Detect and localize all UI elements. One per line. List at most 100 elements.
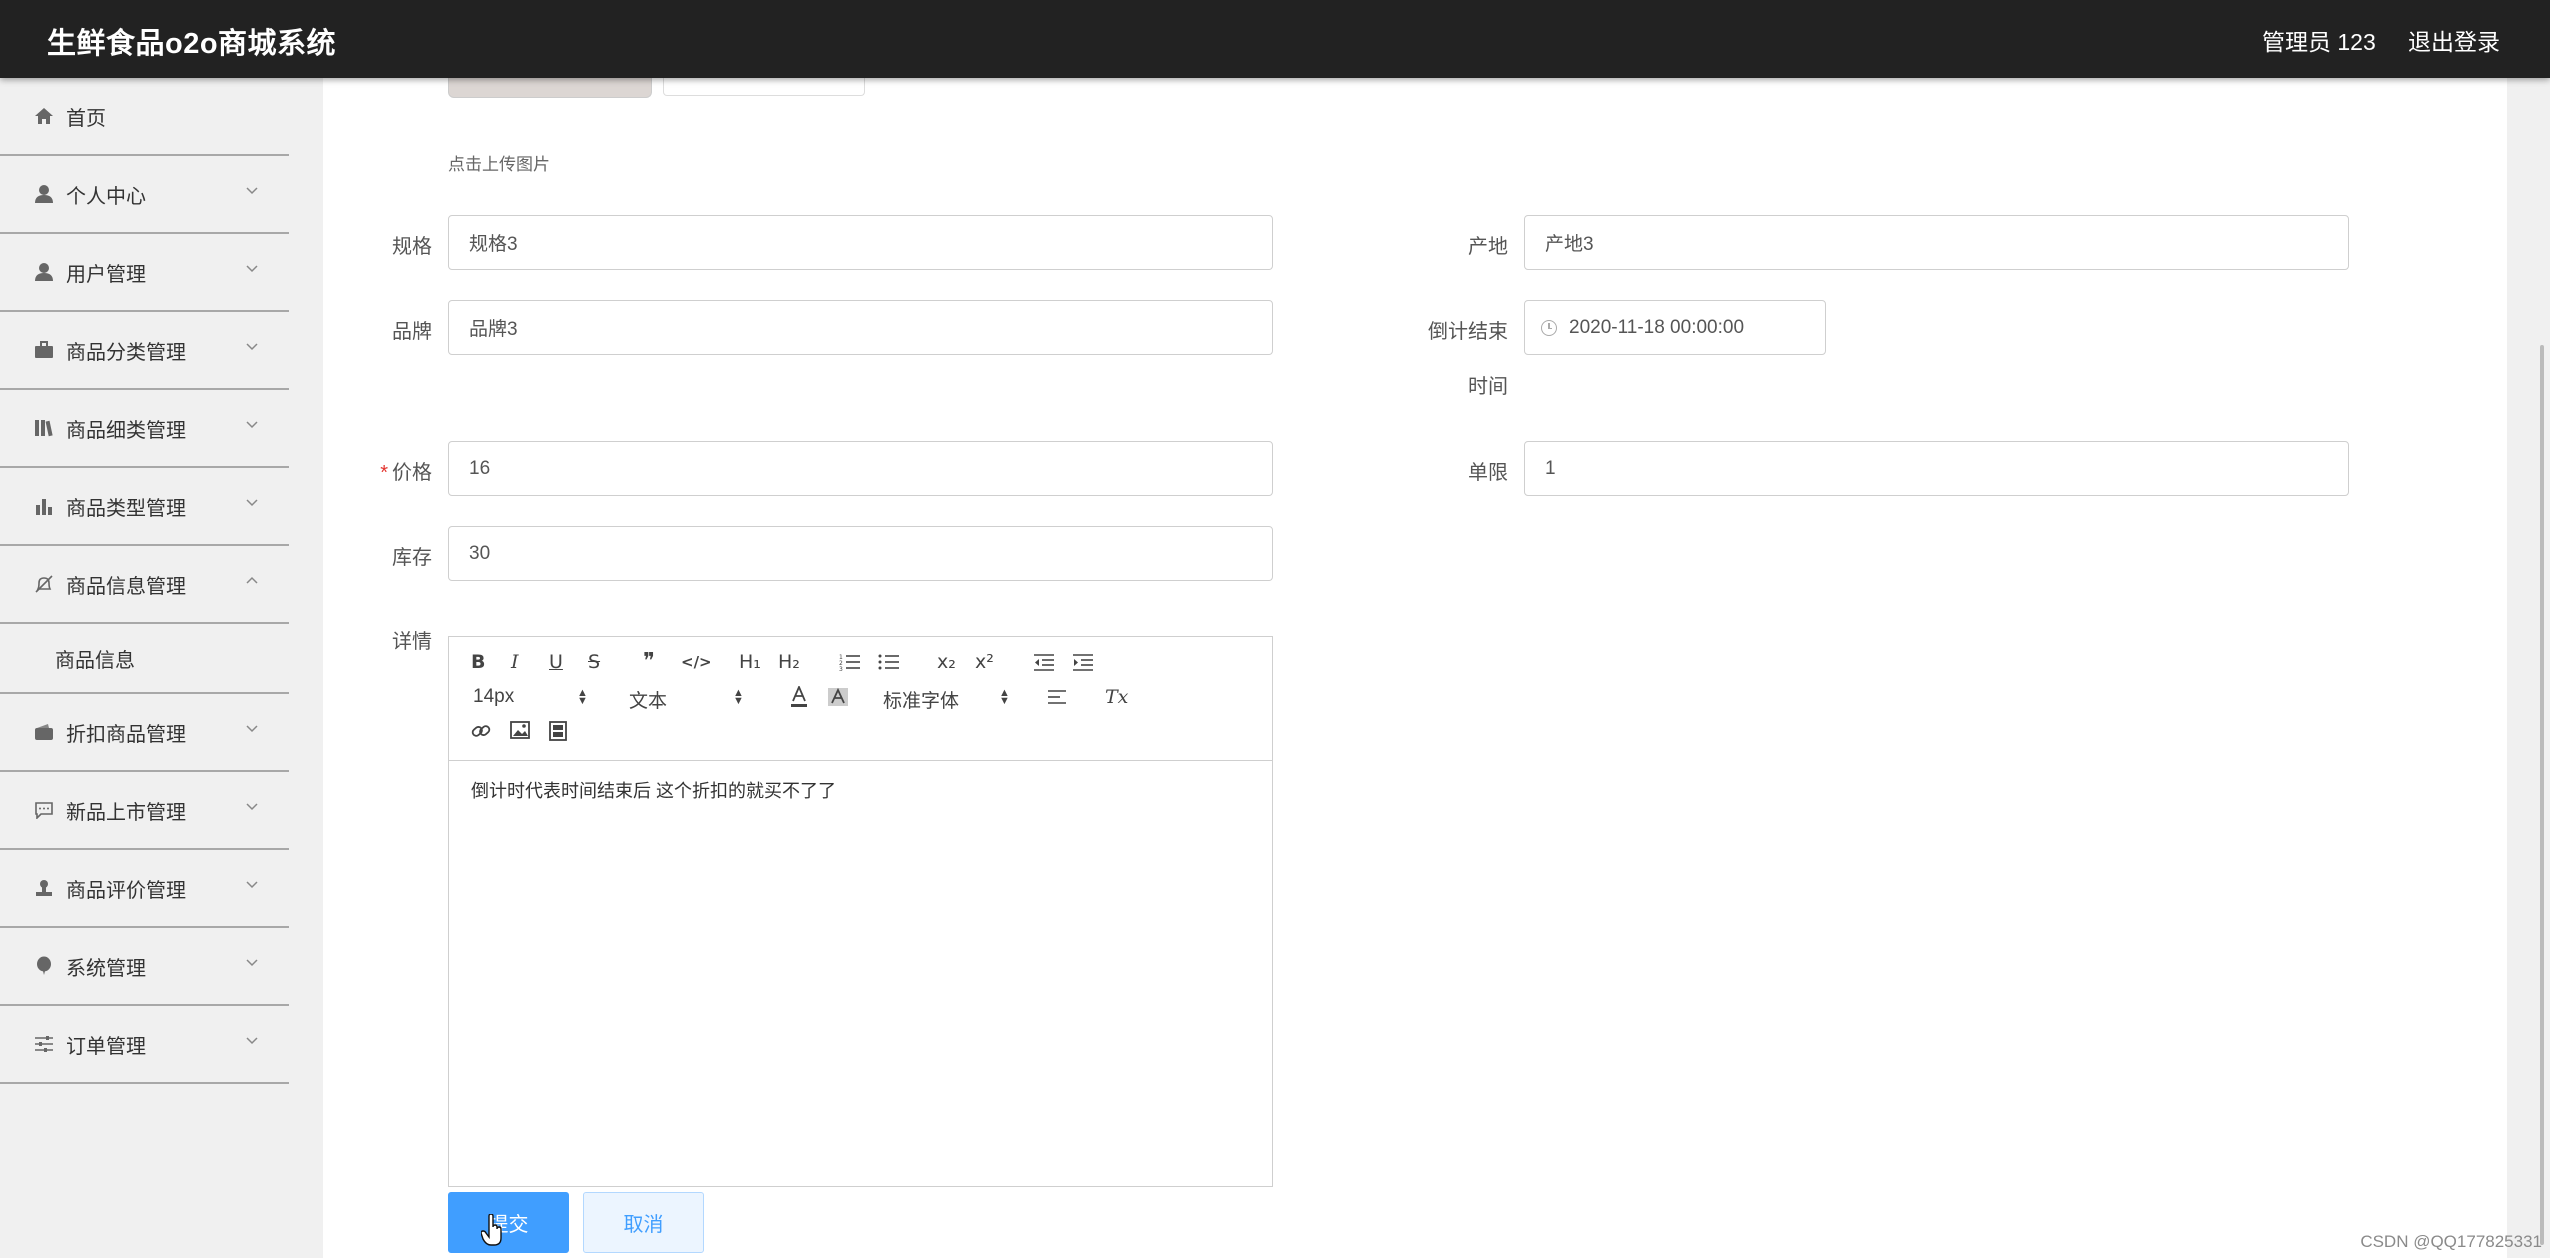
stamp-icon xyxy=(33,877,55,899)
upload-hint[interactable]: 点击上传图片 xyxy=(448,150,550,175)
sidebar-item-label: 新品上市管理 xyxy=(66,801,186,824)
clear-format-button[interactable]: Tx xyxy=(1105,686,1128,708)
sidebar-item-type-management[interactable]: 商品类型管理 xyxy=(0,468,289,546)
header-select[interactable]: 文本 ▲ ▼ xyxy=(629,686,749,713)
sidebar-item-subcategory-management[interactable]: 商品细类管理 xyxy=(0,390,289,468)
upload-image-slot[interactable] xyxy=(663,78,865,96)
spec-input[interactable]: 规格3 xyxy=(448,215,1273,270)
svg-text:3: 3 xyxy=(839,666,843,671)
countdown-datetime-picker[interactable]: 2020-11-18 00:00:00 xyxy=(1524,300,1826,355)
sidebar-item-label: 商品评价管理 xyxy=(66,879,186,902)
select-arrows-icon: ▲ ▼ xyxy=(577,687,588,707)
font-size-value: 14px xyxy=(473,686,515,707)
cancel-button[interactable]: 取消 xyxy=(583,1192,704,1253)
sidebar-item-label: 用户管理 xyxy=(66,263,146,286)
sidebar-item-label: 商品类型管理 xyxy=(66,497,186,520)
sidebar-item-label: 系统管理 xyxy=(66,957,146,980)
select-arrows-icon: ▲ ▼ xyxy=(999,687,1010,707)
user-icon xyxy=(33,261,55,283)
link-icon[interactable] xyxy=(471,721,491,746)
strike-button[interactable]: S xyxy=(588,651,600,673)
video-icon[interactable] xyxy=(549,721,567,746)
sidebar-item-product-info-management[interactable]: 商品信息管理 xyxy=(0,546,289,624)
sidebar-item-home[interactable]: 首页 xyxy=(0,78,289,156)
sidebar-item-new-arrivals-management[interactable]: 新品上市管理 xyxy=(0,772,289,850)
submit-button[interactable]: 提交 xyxy=(448,1192,569,1253)
admin-username: 管理员 123 xyxy=(2262,29,2376,55)
balloon-icon xyxy=(33,955,55,977)
chevron-down-icon xyxy=(246,1037,258,1045)
sidebar-item-label: 订单管理 xyxy=(66,1035,146,1058)
indent-icon[interactable] xyxy=(1072,653,1094,676)
font-family-value: 标准字体 xyxy=(883,691,960,712)
countdown-value: 2020-11-18 00:00:00 xyxy=(1569,316,1745,338)
sidebar-item-label: 商品分类管理 xyxy=(66,341,186,364)
price-label-text: 价格 xyxy=(392,462,432,484)
sidebar-item-discount-management[interactable]: 折扣商品管理 xyxy=(0,694,289,772)
chevron-down-icon xyxy=(246,421,258,429)
bell-off-icon xyxy=(33,573,55,595)
price-input[interactable]: 16 xyxy=(448,441,1273,496)
message-icon xyxy=(33,799,55,821)
chevron-down-icon xyxy=(246,187,258,195)
text-color-icon[interactable] xyxy=(789,684,809,713)
h1-button[interactable]: H₁ xyxy=(739,651,761,673)
user-icon xyxy=(33,183,55,205)
countdown-label-line2: 时间 xyxy=(1468,376,1508,398)
ordered-list-icon[interactable]: 123 xyxy=(839,653,861,676)
watermark: CSDN @QQ177825331 xyxy=(2360,1232,2542,1251)
limit-input[interactable]: 1 xyxy=(1524,441,2349,496)
italic-button[interactable]: I xyxy=(511,651,519,673)
countdown-label: 倒计结束 xyxy=(1428,321,1508,343)
code-button[interactable]: </> xyxy=(681,653,712,671)
stock-input[interactable]: 30 xyxy=(448,526,1273,581)
page-scrollbar[interactable] xyxy=(2540,345,2544,1245)
align-icon[interactable] xyxy=(1047,688,1067,711)
sidebar-item-review-management[interactable]: 商品评价管理 xyxy=(0,850,289,928)
limit-label: 单限 xyxy=(1468,462,1508,484)
detail-label: 详情 xyxy=(392,631,432,653)
sidebar-item-category-management[interactable]: 商品分类管理 xyxy=(0,312,289,390)
chevron-up-icon xyxy=(246,576,258,584)
sidebar-item-label: 商品信息 xyxy=(55,649,135,672)
editor-content[interactable]: 倒计时代表时间结束后 这个折扣的就买不了了 xyxy=(471,777,836,803)
wallet-icon xyxy=(33,721,55,743)
h2-button[interactable]: H₂ xyxy=(778,651,800,673)
sidebar-item-user-management[interactable]: 用户管理 xyxy=(0,234,289,312)
subscript-button[interactable]: x₂ xyxy=(937,651,956,673)
spec-label: 规格 xyxy=(392,236,432,258)
sidebar-item-system-management[interactable]: 系统管理 xyxy=(0,928,289,1006)
chevron-down-icon xyxy=(246,725,258,733)
sidebar-item-label: 折扣商品管理 xyxy=(66,723,186,746)
logout-link[interactable]: 退出登录 xyxy=(2408,23,2500,57)
bold-button[interactable]: B xyxy=(471,651,485,673)
chevron-down-icon xyxy=(246,881,258,889)
outdent-icon[interactable] xyxy=(1033,653,1055,676)
background-color-icon[interactable] xyxy=(827,686,849,713)
hand-cursor-icon xyxy=(481,1214,502,1246)
home-icon xyxy=(33,105,55,127)
origin-input[interactable]: 产地3 xyxy=(1524,215,2349,270)
sidebar-item-order-management[interactable]: 订单管理 xyxy=(0,1006,289,1084)
underline-button[interactable]: U xyxy=(549,651,563,673)
sidebar-item-personal-center[interactable]: 个人中心 xyxy=(0,156,289,234)
clock-icon xyxy=(1541,319,1557,336)
required-asterisk: * xyxy=(380,462,388,484)
chevron-down-icon xyxy=(246,959,258,967)
chevron-down-icon xyxy=(246,803,258,811)
sidebar: 首页 个人中心 用户管理 商品分类管理 商品细类管理 商品类型管理 商品信息管理… xyxy=(0,78,289,1258)
editor-toolbar: B I U S ❞ </> H₁ H₂ 123 x₂ x² 14px ▲ ▼ 文本… xyxy=(449,637,1272,761)
header-select-value: 文本 xyxy=(629,691,668,712)
uploaded-image-thumbnail[interactable] xyxy=(448,78,652,98)
top-bar: 生鲜食品o2o商城系统 管理员 123 退出登录 xyxy=(0,0,2550,78)
font-family-select[interactable]: 标准字体 ▲ ▼ xyxy=(883,686,1013,713)
superscript-button[interactable]: x² xyxy=(975,651,994,673)
price-label: * 价格 xyxy=(360,456,432,485)
sidebar-item-label: 商品细类管理 xyxy=(66,419,186,442)
image-icon[interactable] xyxy=(510,721,530,744)
font-size-select[interactable]: 14px ▲ ▼ xyxy=(473,686,593,708)
blockquote-button[interactable]: ❞ xyxy=(643,649,655,674)
brand-input[interactable]: 品牌3 xyxy=(448,300,1273,355)
sidebar-subitem-product-info[interactable]: 商品信息 xyxy=(0,624,289,694)
bullet-list-icon[interactable] xyxy=(878,653,900,676)
